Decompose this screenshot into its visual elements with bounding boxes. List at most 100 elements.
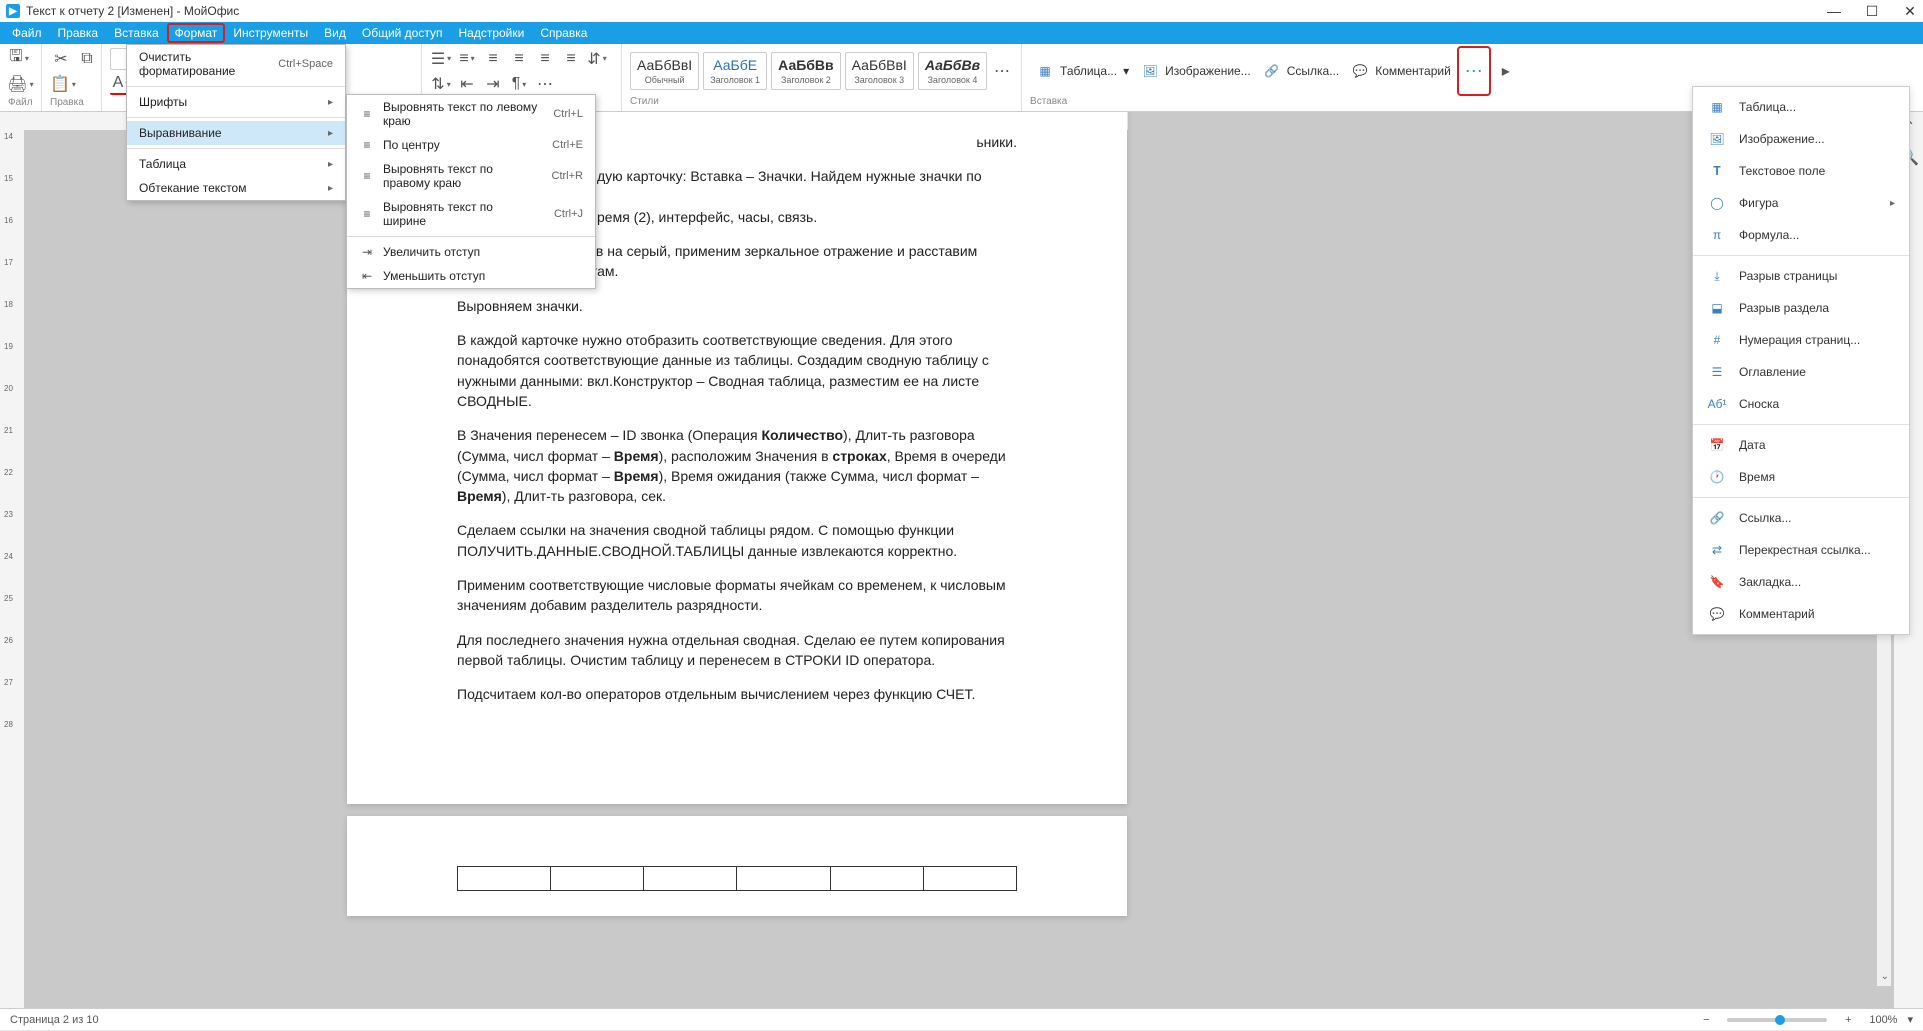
show-marks-button[interactable]: ¶▾ — [508, 73, 530, 95]
line-spacing-button[interactable]: ⇅▾ — [430, 73, 452, 95]
menu-insert[interactable]: Вставка — [106, 23, 167, 43]
zoom-value[interactable]: 100% — [1869, 1014, 1897, 1026]
alignment-submenu: ≡Выровнять текст по левому краюCtrl+L ≡П… — [346, 94, 596, 289]
align-left-item[interactable]: ≡Выровнять текст по левому краюCtrl+L — [347, 95, 595, 133]
group-styles-label: Стили — [630, 96, 1013, 110]
align-right-icon: ≡ — [359, 169, 375, 183]
style-h2[interactable]: АаБбВвЗаголовок 2 — [771, 52, 841, 90]
copy-button[interactable]: ⧉ — [76, 48, 98, 70]
formula-icon: π — [1707, 226, 1727, 244]
print-button[interactable]: 🖨▾ — [8, 73, 33, 95]
app-icon: ▶ — [6, 4, 20, 18]
style-normal[interactable]: АаБбВвIОбычный — [630, 52, 699, 90]
menu-addons[interactable]: Надстройки — [450, 23, 532, 43]
menu-view[interactable]: Вид — [316, 23, 354, 43]
footnote-icon: Аб¹ — [1707, 395, 1727, 413]
align-center-icon: ≡ — [359, 138, 375, 152]
toolbar-expand-button[interactable]: ▸ — [1495, 60, 1517, 82]
insert-panel-date[interactable]: 📅Дата — [1693, 429, 1909, 461]
link-icon: 🔗 — [1707, 509, 1727, 527]
menu-edit[interactable]: Правка — [50, 23, 107, 43]
indent-button[interactable]: ⇥ — [482, 73, 504, 95]
cut-button[interactable]: ✂ — [50, 48, 72, 70]
maximize-button[interactable]: ☐ — [1865, 4, 1879, 18]
style-h1[interactable]: АаБбЕЗаголовок 1 — [703, 52, 767, 90]
zoom-slider[interactable] — [1727, 1018, 1827, 1022]
insert-more-button[interactable]: ⋯ — [1457, 46, 1491, 96]
insert-panel-toc[interactable]: ☰Оглавление — [1693, 356, 1909, 388]
align-right-button[interactable]: ≡ — [534, 48, 556, 70]
menu-file[interactable]: Файл — [4, 23, 50, 43]
format-clear[interactable]: Очистить форматированиеCtrl+Space — [127, 45, 345, 83]
paste-button[interactable]: 📋▾ — [50, 73, 76, 95]
window-title: Текст к отчету 2 [Изменен] - МойОфис — [26, 4, 239, 18]
bookmark-icon: 🔖 — [1707, 573, 1727, 591]
toc-icon: ☰ — [1707, 363, 1727, 381]
insert-panel-pagebreak[interactable]: ⤓Разрыв страницы — [1693, 260, 1909, 292]
align-center-button[interactable]: ≡ — [508, 48, 530, 70]
align-center-item[interactable]: ≡По центруCtrl+E — [347, 133, 595, 157]
table-icon: ▦ — [1036, 62, 1054, 80]
minimize-button[interactable]: — — [1827, 4, 1841, 18]
comment-icon: 💬 — [1351, 62, 1369, 80]
zoom-out-button[interactable]: − — [1695, 1009, 1717, 1031]
group-edit-label: Правка — [50, 97, 93, 111]
align-left-button[interactable]: ≡ — [482, 48, 504, 70]
menu-format[interactable]: Формат — [167, 23, 226, 43]
body-text: В Значения перенесем – ID звонка (Операц… — [457, 425, 1017, 506]
document-table[interactable] — [457, 866, 1017, 891]
close-button[interactable]: ✕ — [1903, 4, 1917, 18]
format-alignment[interactable]: Выравнивание▸ — [127, 121, 345, 145]
align-justify-button[interactable]: ≡ — [560, 48, 582, 70]
zoom-dropdown[interactable]: ▾ — [1907, 1013, 1913, 1026]
numbering-button[interactable]: ≡▾ — [456, 48, 478, 70]
style-h3[interactable]: АаБбВвIЗаголовок 3 — [845, 52, 914, 90]
more-para-button[interactable]: ⋯ — [534, 73, 556, 95]
align-right-item[interactable]: ≡Выровнять текст по правому краюCtrl+R — [347, 157, 595, 195]
insert-panel-link[interactable]: 🔗Ссылка... — [1693, 502, 1909, 534]
insert-panel-pagenum[interactable]: #Нумерация страниц... — [1693, 324, 1909, 356]
insert-panel-textbox[interactable]: 𝐓Текстовое поле — [1693, 155, 1909, 187]
body-text: Подсчитаем кол-во операторов отдельным в… — [457, 684, 1017, 704]
titlebar: ▶ Текст к отчету 2 [Изменен] - МойОфис —… — [0, 0, 1923, 22]
insert-panel-bookmark[interactable]: 🔖Закладка... — [1693, 566, 1909, 598]
menu-tools[interactable]: Инструменты — [225, 23, 316, 43]
menu-help[interactable]: Справка — [532, 23, 595, 43]
vertical-ruler[interactable]: 141516171819202122232425262728 — [0, 112, 24, 1008]
menubar: Файл Правка Вставка Формат Инструменты В… — [0, 22, 1923, 44]
indent-decrease-item[interactable]: ⇤Уменьшить отступ — [347, 264, 595, 288]
styles-more-button[interactable]: ⋯ — [991, 60, 1013, 82]
insert-panel-sectionbreak[interactable]: ⬓Разрыв раздела — [1693, 292, 1909, 324]
insert-comment-button[interactable]: 💬Комментарий — [1345, 46, 1457, 96]
insert-table-button[interactable]: ▦Таблица...▾ — [1030, 46, 1135, 96]
page-indicator[interactable]: Страница 2 из 10 — [10, 1014, 99, 1026]
style-h4[interactable]: АаБбВвЗаголовок 4 — [918, 52, 987, 90]
insert-panel-image[interactable]: 🖼Изображение... — [1693, 123, 1909, 155]
insert-panel-formula[interactable]: πФормула... — [1693, 219, 1909, 251]
statusbar: Страница 2 из 10 − + 100% ▾ — [0, 1008, 1923, 1030]
zoom-in-button[interactable]: + — [1837, 1009, 1859, 1031]
insert-panel-crossref[interactable]: ⇄Перекрестная ссылка... — [1693, 534, 1909, 566]
format-textwrap[interactable]: Обтекание текстом▸ — [127, 176, 345, 200]
scroll-down-button[interactable]: ⌄ — [1881, 971, 1889, 982]
insert-panel-time[interactable]: 🕐Время — [1693, 461, 1909, 493]
group-file-label: Файл — [8, 97, 33, 111]
date-icon: 📅 — [1707, 436, 1727, 454]
document-page-2[interactable] — [347, 816, 1127, 916]
menu-share[interactable]: Общий доступ — [354, 23, 451, 43]
insert-panel-table[interactable]: ▦Таблица... — [1693, 91, 1909, 123]
insert-image-button[interactable]: 🖼Изображение... — [1135, 46, 1257, 96]
format-fonts[interactable]: Шрифты▸ — [127, 90, 345, 114]
indent-increase-item[interactable]: ⇥Увеличить отступ — [347, 240, 595, 264]
format-table[interactable]: Таблица▸ — [127, 152, 345, 176]
pagebreak-icon: ⤓ — [1707, 267, 1727, 285]
insert-panel-footnote[interactable]: Аб¹Сноска — [1693, 388, 1909, 420]
insert-panel-comment[interactable]: 💬Комментарий — [1693, 598, 1909, 630]
valign-button[interactable]: ⇵▾ — [586, 48, 608, 70]
insert-link-button[interactable]: 🔗Ссылка... — [1257, 46, 1345, 96]
insert-panel-shape[interactable]: ◯Фигура▸ — [1693, 187, 1909, 219]
outdent-button[interactable]: ⇤ — [456, 73, 478, 95]
save-button[interactable]: 🖫▾ — [8, 48, 30, 70]
align-justify-item[interactable]: ≡Выровнять текст по ширинеCtrl+J — [347, 195, 595, 233]
bullets-button[interactable]: ☰▾ — [430, 48, 452, 70]
